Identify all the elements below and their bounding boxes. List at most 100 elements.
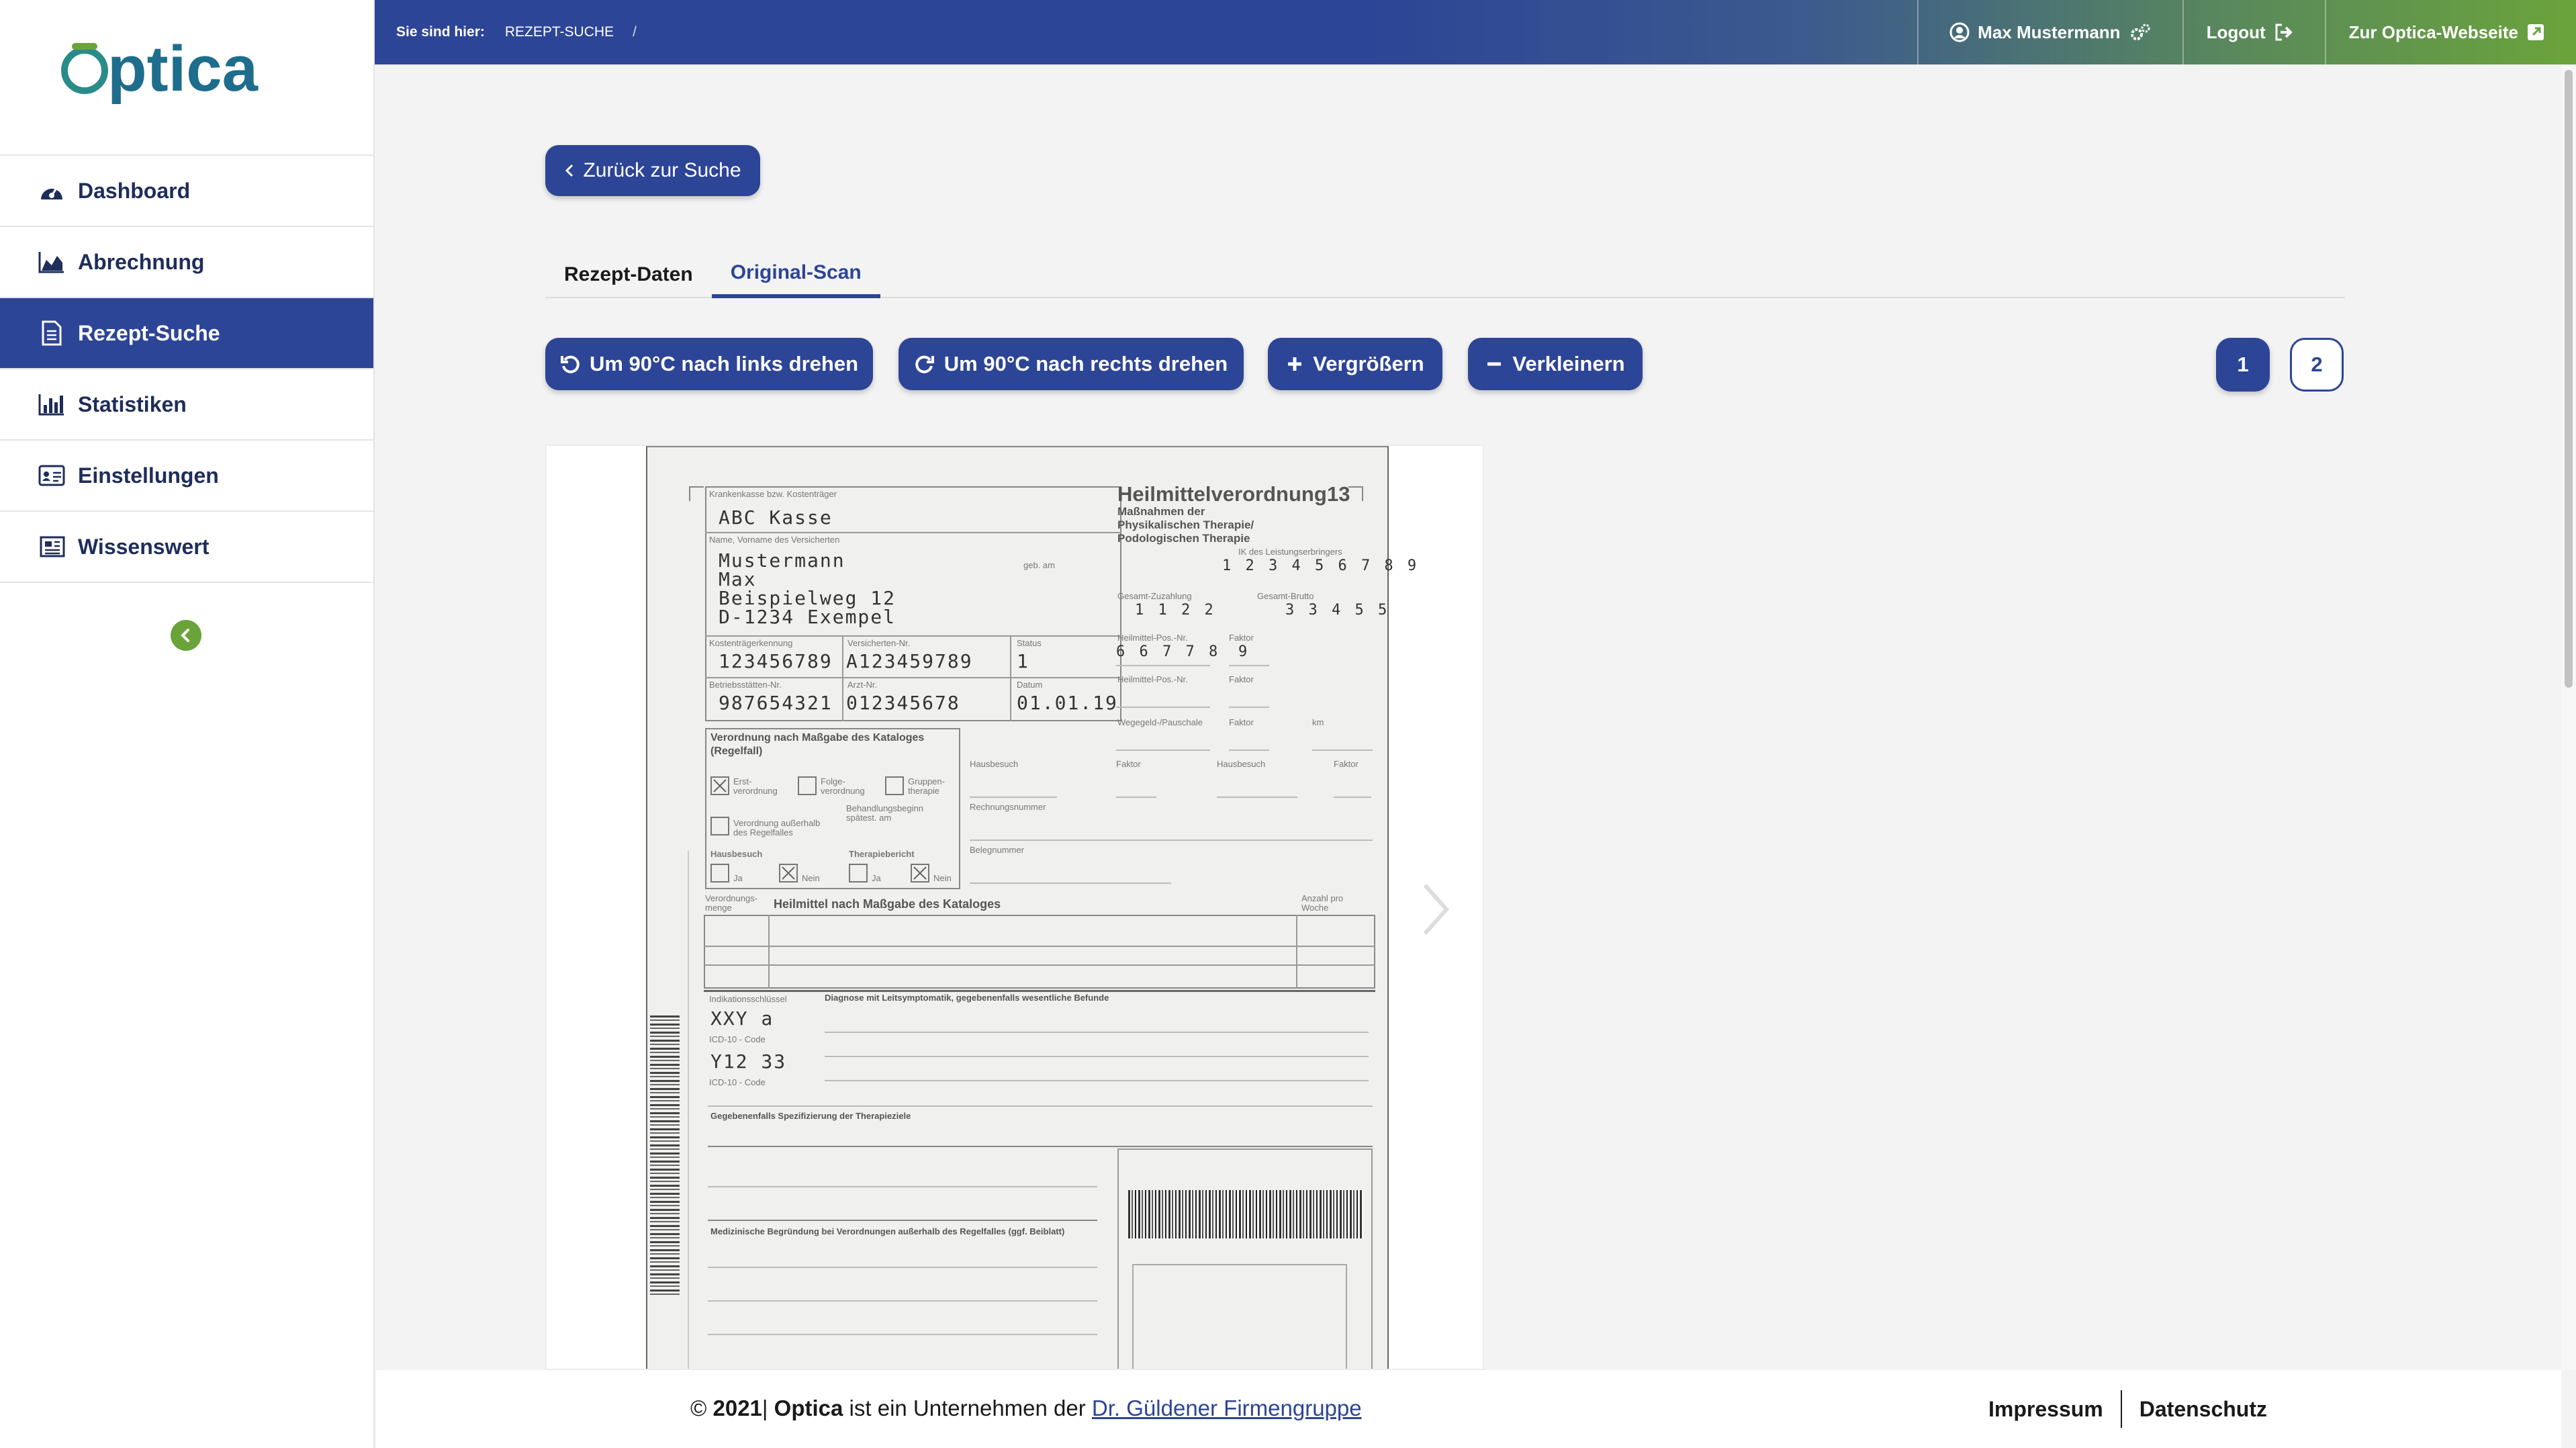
data-matrix-barcode [1128,1190,1363,1238]
value-pos: 6 6 7 7 8 [1116,643,1221,660]
form-line [970,797,1057,798]
label-icd2: ICD-10 - Code [709,1077,766,1087]
value-vnr: A123459789 [846,650,973,672]
rotate-left-button[interactable]: Um 90°C nach links drehen [545,338,873,390]
sidebar-item-wissenswert[interactable]: Wissenswert [0,512,373,583]
label-hausbesuch2: Hausbesuch [970,759,1019,769]
breadcrumb-label: Sie sind hier: [396,24,485,40]
footer: © 2021| Optica ist ein Unternehmen der D… [376,1370,2561,1448]
label-ktk: Kostenträgerkennung [709,638,793,648]
label-bsnr: Betriebsstätten-Nr. [709,680,782,690]
logout-button[interactable]: Logout [2182,0,2325,64]
user-icon [1949,22,1970,42]
label-ausserhalb: Verordnung außerhalb [733,818,821,828]
value-zuzahlung: 1 1 2 2 [1135,602,1216,619]
form-line [708,1105,1373,1107]
page-button-1[interactable]: 1 [2216,338,2270,392]
area-chart-icon [38,248,66,276]
sidebar-item-dashboard[interactable]: Dashboard [0,156,373,227]
form-line [1312,750,1373,751]
rotate-right-icon [915,355,934,373]
form-subtitle-3: Podologischen Therapie [1117,532,1250,545]
sidebar-item-rezept-suche[interactable]: Rezept-Suche [0,298,373,369]
label-ausserhalb2: des Regelfalles [733,827,793,838]
label-menge2: menge [705,903,732,913]
sidebar-item-label: Einstellungen [78,463,219,488]
checkbox-bericht-ja [849,864,868,883]
label-vnr: Versicherten-Nr. [847,638,911,648]
impressum-link[interactable]: Impressum [1988,1397,2103,1422]
scrollbar-thumb[interactable] [2565,70,2573,688]
checkbox-hausbesuch-ja [710,864,729,883]
label-hausbesuch: Hausbesuch [710,849,763,859]
form-line [768,915,770,989]
datenschutz-link[interactable]: Datenschutz [2140,1397,2267,1422]
value-ktk: 123456789 [719,650,833,672]
checkbox-erst-checked [710,776,729,795]
label-ziel: Gegebenenfalls Spezifizierung der Therap… [710,1111,911,1121]
footer-company-link[interactable]: Dr. Güldener Firmengruppe [1092,1396,1362,1420]
form-number: 13 [1327,482,1350,506]
sidebar-item-abrechnung[interactable]: Abrechnung [0,227,373,298]
next-page-arrow[interactable] [1421,883,1451,940]
value-faktor: 9 [1238,643,1248,660]
form-line [1229,665,1269,666]
rotate-right-button[interactable]: Um 90°C nach rechts drehen [899,338,1244,390]
form-line [825,1032,1369,1033]
form-line [1334,797,1371,798]
tab-original-scan[interactable]: Original-Scan [711,251,880,298]
label-arzt: Arzt-Nr. [847,680,878,690]
form-line [708,1186,1097,1187]
label-hausbesuch3: Hausbesuch [1217,759,1266,769]
tab-rezept-daten[interactable]: Rezept-Daten [545,251,712,298]
label-pos: Heilmittel-Pos.-Nr. [1117,633,1188,643]
sidebar-item-label: Statistiken [78,392,187,416]
form-line [708,1334,1097,1335]
form-line [708,1267,1097,1268]
zoom-out-button[interactable]: Verkleinern [1468,338,1643,390]
form-title: Heilmittelverordnung [1117,482,1327,506]
footer-year: 2021 [712,1396,762,1420]
scan-viewer: Krankenkasse bzw. Kostenträger ABC Kasse… [545,445,1484,1370]
website-link[interactable]: Zur Optica-Webseite [2324,0,2576,64]
zoom-in-button[interactable]: Vergrößern [1268,338,1442,390]
rotate-left-label: Um 90°C nach links drehen [589,352,859,375]
form-subtitle-1: Maßnahmen der [1117,505,1205,518]
top-bar: Sie sind hier: REZEPT-SUCHE / Max Muster… [375,0,2576,64]
chevron-left-circle-icon[interactable] [171,620,201,651]
id-card-icon [38,461,66,490]
checkbox-hausbesuch-nein-checked [779,864,798,883]
label-status: Status [1017,638,1042,648]
breadcrumb-current[interactable]: REZEPT-SUCHE [505,24,614,40]
footer-brand: Optica [774,1396,843,1420]
sidebar-item-label: Dashboard [78,178,191,203]
rotate-right-label: Um 90°C nach rechts drehen [944,352,1228,375]
sidebar-item-label: Wissenswert [78,534,210,559]
label-beginn: Behandlungsbeginn [846,803,923,813]
sidebar-item-einstellungen[interactable]: Einstellungen [0,441,373,512]
form-line [1116,797,1156,798]
label-geb: geb. am [1023,560,1055,570]
value-datum: 01.01.19 [1017,692,1118,714]
label-regelfall: (Regelfall) [710,745,763,757]
form-line [708,1146,1373,1147]
sidebar-item-statistiken[interactable]: Statistiken [0,369,373,441]
label-wegegeld: Wegegeld-/Pauschale [1117,717,1203,727]
label-ik: IK des Leistungserbringers [1238,547,1342,557]
back-label: Zurück zur Suche [583,159,741,181]
breadcrumb: Sie sind hier: REZEPT-SUCHE / [375,24,1917,40]
label-rechnungsnummer: Rechnungsnummer [970,802,1046,812]
footer-divider [2120,1390,2122,1428]
form-line [1116,707,1210,708]
page-button-2[interactable]: 2 [2290,338,2344,392]
label-zuzahlung: Gesamt-Zuzahlung [1117,591,1192,601]
page-scrollbar[interactable] [2561,64,2576,1370]
back-to-search-button[interactable]: Zurück zur Suche [545,145,760,196]
form-subtitle-2: Physikalischen Therapie/ [1117,518,1254,531]
bar-chart-icon [38,390,66,418]
user-menu[interactable]: Max Mustermann [1917,0,2182,64]
newspaper-icon [38,533,66,561]
optica-logo[interactable]: ptica [0,0,373,156]
footer-text: ist ein Unternehmen der [849,1396,1086,1420]
label-anzahl: Anzahl pro [1301,893,1344,903]
